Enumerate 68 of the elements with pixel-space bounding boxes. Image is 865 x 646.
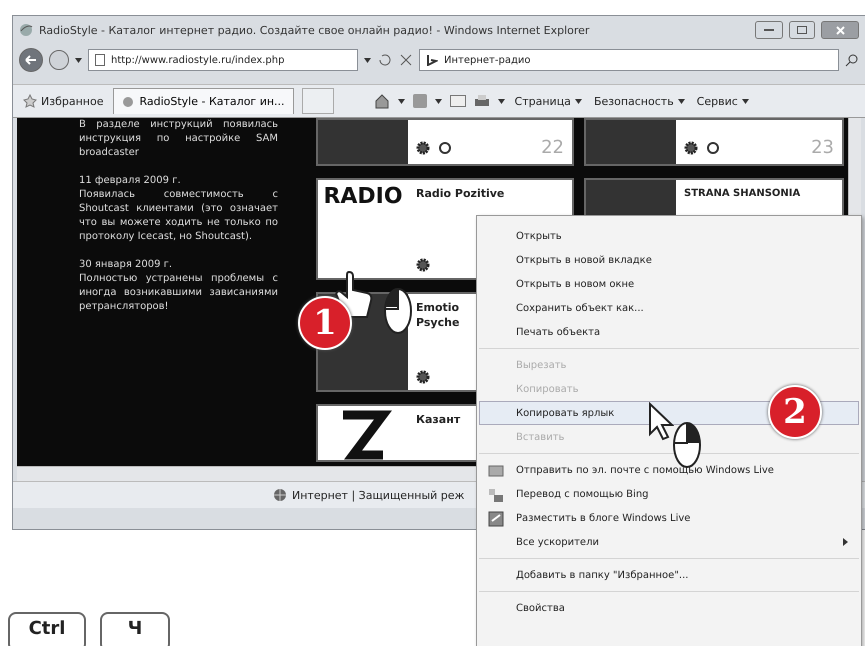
station-name: Emotio Psyche [416,300,460,330]
command-menu[interactable]: Безопасность [592,92,687,110]
dropdown-arrow-icon [678,98,685,104]
dropdown-arrow-icon [434,98,442,104]
dropdown-arrow-icon [398,98,405,104]
dropdown-arrow-icon [364,58,371,62]
search-icon[interactable] [845,53,859,67]
stop-icon[interactable] [399,53,413,67]
news-date: 11 февраля 2009 г. [79,174,182,188]
browser-tab[interactable]: RadioStyle - Каталог ин... [113,88,294,114]
blog-icon [488,511,504,527]
news-text: Появилась совместимость с Shoutcast клиентами (это означает что вы можете ходить не только по протоколу Icecast, но Shoutcast). [79,188,278,244]
close-button[interactable] [821,21,859,39]
dropdown-arrow-icon [498,98,505,104]
favorites-button[interactable]: Избранное [21,92,106,110]
menu-item[interactable]: Разместить в блоге Windows Live [479,506,859,530]
back-arrow-icon [25,55,37,65]
translate-icon [488,487,504,503]
envelope-icon [488,463,504,479]
keyboard-key: Ч [100,612,170,646]
station-number: 23 [811,137,834,158]
dropdown-arrow-icon [742,98,749,104]
gear-icon[interactable] [416,258,430,272]
command-menu[interactable]: Сервис [694,92,751,110]
mail-icon[interactable] [450,95,466,107]
minimize-icon [764,28,774,32]
menu-item[interactable]: Добавить в папку "Избранное"... [479,563,859,587]
window-title: RadioStyle - Каталог интернет радио. Создайте свое онлайн радио! - Windows Internet Explorer [39,24,590,36]
station-logo-text: STRANA SHANSONIA [684,187,802,201]
search-field[interactable]: Интернет-радио [419,49,839,71]
menu-item[interactable]: Свойства [479,596,859,620]
menu-item[interactable]: Перевод с помощью Bing [479,482,859,506]
printer-icon[interactable] [474,94,490,108]
gear-icon[interactable] [416,370,430,384]
keyboard-key: Ctrl [8,612,86,646]
page-icon [122,96,134,108]
dropdown-arrow-icon [574,98,582,104]
maximize-icon [797,26,807,34]
back-button[interactable] [19,48,43,72]
gear-icon[interactable] [684,140,698,154]
security-zone: Интернет | Защищенный реж [292,488,464,502]
mouse-icon [383,287,413,335]
forward-button[interactable] [49,50,69,70]
station-name: Radio Pozitive [416,186,506,201]
news-text: Полностью устранены проблемы с иногда возникавшими зависаниями ретрансляторов! [79,272,278,314]
globe-icon [273,488,287,502]
browser-icon [19,23,33,37]
command-menu[interactable]: Страница [512,92,584,110]
dropdown-arrow-icon [75,58,82,62]
news-date: 30 января 2009 г. [79,258,174,272]
page-icon [95,54,105,66]
station-number: 22 [541,137,564,158]
minimize-button[interactable] [755,21,783,39]
play-icon[interactable] [706,140,720,154]
star-icon [23,94,37,108]
address-field[interactable]: http://www.radiostyle.ru/index.php [88,49,358,71]
play-icon[interactable] [438,140,452,154]
close-icon [836,26,844,34]
home-icon[interactable] [374,93,390,109]
news-text: В разделе инструкций появилась инструкция по настройке SAM broadcaster [79,118,278,160]
submenu-arrow-icon [843,538,848,546]
menu-item[interactable]: Все ускорители [479,530,859,554]
search-provider-icon [426,54,438,66]
gear-icon[interactable] [416,140,430,154]
refresh-icon[interactable] [377,52,393,68]
maximize-button[interactable] [789,21,815,39]
arrow-cursor-icon [648,402,674,442]
station-name: Казант [416,412,462,427]
